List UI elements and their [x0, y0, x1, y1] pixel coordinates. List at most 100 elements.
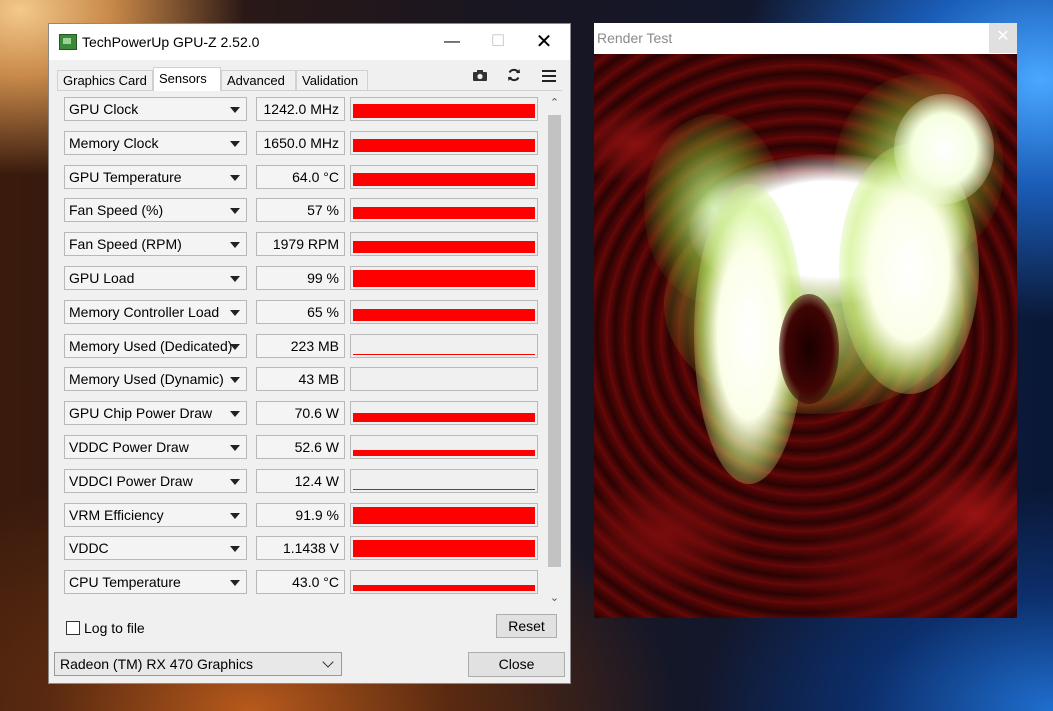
sensor-graph-fill [353, 450, 535, 456]
render-shadow [779, 294, 839, 404]
reset-button[interactable]: Reset [496, 614, 557, 638]
sensor-graph-fill [353, 540, 535, 558]
dropdown-arrow-icon [230, 377, 240, 384]
sensor-name-select[interactable]: VRM Efficiency [64, 502, 247, 527]
sensor-name-select[interactable]: GPU Temperature [64, 164, 247, 189]
sensor-row: GPU Temperature 64.0 °C [62, 161, 542, 193]
sensor-value: 64.0 °C [256, 164, 345, 189]
dropdown-arrow-icon [230, 478, 240, 485]
scrollbar-thumb[interactable] [548, 115, 561, 567]
sensor-name: Fan Speed (RPM) [69, 236, 182, 253]
dropdown-arrow-icon [230, 445, 240, 451]
close-button[interactable]: Close [468, 652, 565, 677]
render-canvas [594, 54, 1017, 618]
sensor-name-select[interactable]: Memory Controller Load [64, 299, 247, 324]
sensor-value: 91.9 % [256, 502, 345, 527]
log-to-file-checkbox[interactable] [66, 621, 80, 635]
sensor-graph [350, 468, 538, 493]
sensor-name: Memory Used (Dynamic) [69, 371, 224, 388]
sensor-graph-fill [353, 488, 535, 490]
sensor-name: VDDC Power Draw [69, 439, 189, 455]
sensor-row: VRM Efficiency 91.9 % [62, 499, 542, 531]
sensor-name-select[interactable]: GPU Chip Power Draw [64, 401, 247, 426]
sensor-name-select[interactable]: Fan Speed (RPM) [64, 232, 247, 257]
scroll-down-icon[interactable]: ⌄ [545, 590, 564, 607]
refresh-icon[interactable] [504, 68, 524, 88]
sensor-value: 70.6 W [256, 401, 345, 426]
render-close-icon[interactable]: ✕ [989, 23, 1017, 53]
sensor-name: Memory Controller Load [69, 303, 220, 320]
gpuz-window: TechPowerUp GPU-Z 2.52.0 — ☐ ✕ Graphics … [48, 23, 571, 684]
sensor-graph [350, 570, 538, 595]
sensor-row: Memory Controller Load 65 % [62, 296, 542, 328]
dropdown-arrow-icon [230, 140, 240, 147]
sensor-graph [350, 198, 538, 223]
sensor-name-select[interactable]: CPU Temperature [64, 570, 247, 595]
sensor-graph-fill [353, 207, 535, 220]
sensor-name: Memory Clock [69, 134, 159, 151]
close-icon[interactable]: ✕ [521, 24, 567, 60]
sensor-row: VDDC 1.1438 V [62, 532, 542, 564]
sensor-name: VDDC [69, 540, 109, 557]
sensor-name-select[interactable]: VDDC [64, 536, 247, 561]
gpuz-app-icon [59, 34, 77, 50]
sensor-name: GPU Load [69, 270, 135, 286]
sensor-graph [350, 130, 538, 155]
sensor-graph [350, 435, 538, 459]
dropdown-arrow-icon [230, 107, 240, 113]
gpu-select-value: Radeon (TM) RX 470 Graphics [60, 656, 253, 672]
menu-icon[interactable] [539, 68, 559, 88]
dropdown-arrow-icon [230, 174, 240, 181]
sensor-name-select[interactable]: VDDC Power Draw [64, 435, 247, 459]
tab-sensors[interactable]: Sensors [153, 67, 221, 91]
sensor-name-select[interactable]: Memory Clock [64, 130, 247, 155]
sensor-name-select[interactable]: GPU Clock [64, 97, 247, 121]
render-core [894, 94, 994, 204]
sensor-graph [350, 367, 538, 392]
scroll-up-icon[interactable]: ⌃ [545, 95, 564, 112]
dropdown-arrow-icon [230, 208, 240, 215]
sensor-row: Memory Used (Dynamic) 43 MB [62, 363, 542, 395]
tab-graphics-card[interactable]: Graphics Card [57, 70, 153, 90]
gpu-select[interactable]: Radeon (TM) RX 470 Graphics [54, 652, 342, 676]
sensor-name-select[interactable]: Memory Used (Dynamic) [64, 367, 247, 392]
tab-validation[interactable]: Validation [296, 70, 368, 90]
dropdown-arrow-icon [230, 546, 240, 553]
sensor-row: GPU Clock 1242.0 MHz [62, 93, 542, 125]
sensor-row: VDDC Power Draw 52.6 W [62, 431, 542, 463]
sensor-name: VRM Efficiency [69, 506, 164, 523]
maximize-icon: ☐ [490, 33, 506, 50]
sensor-list: GPU Clock 1242.0 MHz Memory Clock 1650.0 MH… [62, 93, 542, 610]
sensor-graph [350, 536, 538, 561]
tab-advanced[interactable]: Advanced [221, 70, 296, 90]
sensor-panel: GPU Clock 1242.0 MHz Memory Clock 1650.0 MH… [62, 93, 565, 610]
sensor-name-select[interactable]: GPU Load [64, 266, 247, 290]
sensor-value: 99 % [256, 266, 345, 290]
sensor-name-select[interactable]: VDDCI Power Draw [64, 468, 247, 493]
gpuz-titlebar[interactable]: TechPowerUp GPU-Z 2.52.0 — ☐ ✕ [49, 24, 570, 60]
camera-icon[interactable] [470, 68, 490, 88]
sensor-row: Memory Used (Dedicated) 223 MB [62, 330, 542, 362]
sensor-graph-fill [353, 138, 535, 152]
sensor-graph-fill [353, 413, 535, 423]
sensor-name: CPU Temperature [69, 574, 181, 591]
dropdown-arrow-icon [230, 343, 240, 350]
chevron-down-icon [322, 656, 334, 668]
dropdown-arrow-icon [230, 242, 240, 249]
vertical-scrollbar[interactable]: ⌃ ⌄ [545, 93, 564, 610]
sensor-value: 1979 RPM [256, 232, 345, 257]
sensor-value: 223 MB [256, 333, 345, 358]
sensor-row: GPU Chip Power Draw 70.6 W [62, 397, 542, 429]
sensor-graph [350, 333, 538, 358]
sensor-name-select[interactable]: Memory Used (Dedicated) [64, 333, 247, 358]
sensor-graph [350, 97, 538, 121]
sensor-graph [350, 502, 538, 527]
sensor-name-select[interactable]: Fan Speed (%) [64, 198, 247, 223]
sensor-row: GPU Load 99 % [62, 262, 542, 294]
sensor-value: 1650.0 MHz [256, 130, 345, 155]
minimize-icon[interactable]: — [429, 24, 475, 60]
dropdown-arrow-icon [230, 512, 240, 519]
sensor-graph [350, 164, 538, 189]
sensor-name: Memory Used (Dedicated) [69, 337, 233, 354]
sensor-graph-fill [353, 104, 535, 118]
